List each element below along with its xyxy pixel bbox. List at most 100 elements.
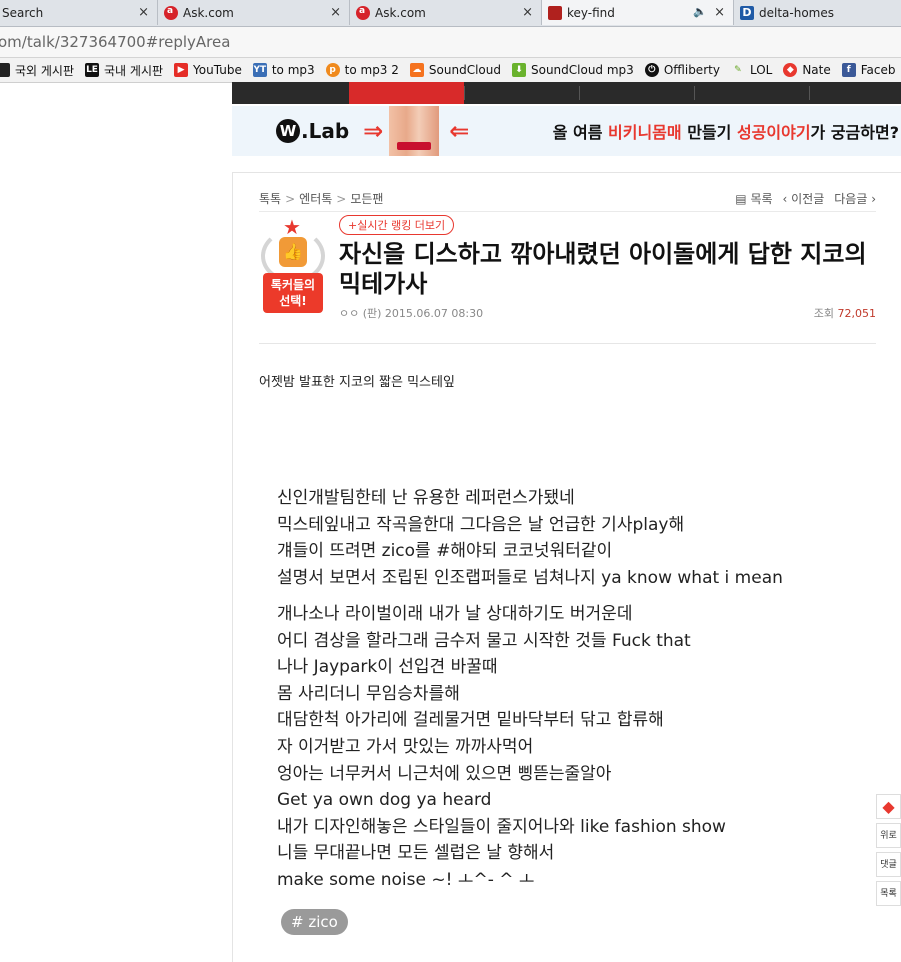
url-text[interactable]: om/talk/327364700#replyArea bbox=[0, 33, 230, 51]
lyric-line: 걔들이 뜨려면 zico를 #해야되 코코넛워터같이 bbox=[277, 541, 613, 562]
lyric-line: 엉아는 너무커서 니근처에 있으면 삥뜯는줄알아 bbox=[277, 763, 612, 784]
bookmark-label: YouTube bbox=[193, 63, 242, 77]
pen-icon: ✎ bbox=[734, 65, 742, 75]
article: 톡톡 > 엔터톡 > 모든팬 ▤ 목록 ‹ 이전글 다음글 › ★ 👍 톡커들의 선택!… bbox=[232, 172, 901, 962]
tab-ask-2[interactable]: Ask.com × bbox=[350, 0, 542, 25]
list-float-button[interactable]: 목록 bbox=[876, 881, 901, 906]
site-nav-bar bbox=[232, 82, 901, 104]
address-bar[interactable]: om/talk/327364700#replyArea bbox=[0, 27, 901, 58]
talkers-choice-badge: ★ 👍 톡커들의 선택! bbox=[259, 215, 327, 315]
tab-title: Ask.com bbox=[183, 5, 234, 20]
bookmark-youtube[interactable]: ▶ YouTube bbox=[174, 63, 242, 77]
lyric-line: 개나소나 라이벌이래 내가 날 상대하기도 버거운데 bbox=[277, 604, 633, 624]
post-title: 자신을 디스하고 깎아내렸던 아이돌에게 답한 지코의 믹테가사 bbox=[339, 240, 867, 298]
bookmark-lol[interactable]: ✎ LOL bbox=[731, 63, 772, 77]
view-number: 72,051 bbox=[837, 307, 877, 320]
tag-zico[interactable]: # zico bbox=[281, 909, 348, 935]
lyric-line: 내가 디자인해놓은 스타일들이 줄지어나와 like fashion show bbox=[277, 816, 726, 837]
bookmark-soundcloud[interactable]: ☁ SoundCloud bbox=[409, 63, 501, 77]
divider bbox=[259, 211, 876, 212]
tab-title: Ask.com bbox=[375, 5, 426, 20]
badge-line: 톡커들의 bbox=[270, 278, 316, 292]
tab-delta-homes[interactable]: D delta-homes bbox=[734, 0, 901, 25]
close-icon[interactable]: × bbox=[138, 5, 149, 20]
nate-icon: ◆ bbox=[783, 63, 798, 77]
bookmark-soundcloud-mp3[interactable]: ⬇ SoundCloud mp3 bbox=[511, 63, 634, 77]
badge-line: 선택! bbox=[279, 294, 307, 308]
bookmark-to-mp3-2[interactable]: p to mp3 2 bbox=[325, 63, 399, 77]
banner-text-part: 올 여름 bbox=[552, 123, 609, 142]
lyric-line: 믹스테잎내고 작곡을한대 그다음은 날 언급한 기사play해 bbox=[277, 514, 685, 535]
bookmark-label: 국외 게시판 bbox=[15, 63, 75, 78]
mp3-icon: YT bbox=[252, 63, 267, 77]
facebook-icon: f bbox=[841, 63, 856, 77]
bookmark-domestic-board[interactable]: LE 국내 게시판 bbox=[85, 62, 163, 79]
bookmark-offliberty[interactable]: ⏻ Offliberty bbox=[644, 63, 720, 77]
bookmark-label: LOL bbox=[749, 63, 773, 77]
speaker-icon[interactable]: 🔈 bbox=[693, 5, 707, 18]
post-meta: ㅇㅇ (판) 2015.06.07 08:30 bbox=[339, 307, 484, 320]
bookmark-label: SoundCloud bbox=[428, 63, 501, 77]
ask-icon bbox=[164, 5, 178, 20]
le-icon: LE bbox=[85, 63, 100, 77]
bookmark-facebook[interactable]: f Faceb bbox=[841, 63, 896, 77]
site-nav-active-tab[interactable] bbox=[349, 82, 464, 104]
lyric-line: 몸 사리더니 무임승차를해 bbox=[277, 683, 460, 704]
post-intro: 어젯밤 발표한 지코의 짧은 믹스테잎 bbox=[259, 375, 455, 390]
breadcrumb-item-allfans[interactable]: 모든팬 bbox=[350, 192, 383, 206]
bookmark-label: SoundCloud mp3 bbox=[530, 63, 634, 77]
mp3-2-icon: p bbox=[325, 63, 340, 77]
lyrics-stanza-1: 신인개발팀한테 난 유용한 레퍼런스가됐네 믹스테잎내고 작곡을한대 그다음은 … bbox=[277, 485, 783, 591]
ask-icon bbox=[356, 5, 370, 20]
banner-headline: 올 여름 비키니몸매 만들기 성공이야기가 궁금하면? bbox=[553, 119, 899, 143]
ad-banner[interactable]: W. Lab ⇒ ⇐ 올 여름 비키니몸매 만들기 성공이야기가 궁금하면? bbox=[232, 106, 901, 156]
lyric-line: 니들 무대끝나면 모든 셀럽은 날 향해서 bbox=[277, 843, 555, 864]
tab-ask-1[interactable]: Ask.com × bbox=[158, 0, 350, 25]
close-icon[interactable]: × bbox=[714, 5, 725, 20]
realtime-ranking-button[interactable]: +실시간 랭킹 더보기 bbox=[339, 215, 455, 235]
prev-post-button[interactable]: ‹ 이전글 bbox=[783, 190, 825, 207]
lyric-line: make some noise ~! ㅗ^- ^ ㅗ bbox=[277, 869, 535, 890]
close-icon[interactable]: × bbox=[330, 5, 341, 20]
delta-icon: D bbox=[740, 5, 754, 20]
list-button[interactable]: ▤ 목록 bbox=[735, 190, 772, 207]
lyric-line: 어디 겸상을 할라그래 금수저 물고 시작한 것들 Fuck that bbox=[277, 630, 691, 651]
youtube-icon: ▶ bbox=[174, 63, 189, 77]
scroll-top-button[interactable]: 위로 bbox=[876, 823, 901, 848]
close-icon[interactable]: × bbox=[522, 5, 533, 20]
bookmarks-bar: 국외 게시판 LE 국내 게시판 ▶ YouTube YT to mp3 p t… bbox=[0, 58, 901, 83]
tab-key-find[interactable]: key-find 🔈 × bbox=[542, 0, 734, 25]
arrow-left-icon: ⇐ bbox=[449, 117, 470, 145]
breadcrumb-item-entertok[interactable]: 엔터톡 bbox=[299, 192, 332, 206]
banner-text-highlight: 성공이야기 bbox=[736, 123, 811, 142]
tab-search[interactable]: Search × bbox=[0, 0, 158, 25]
lyric-line: Get ya own dog ya heard bbox=[277, 790, 492, 811]
floating-toolbar: ◆ 위로 댓글 목록 bbox=[876, 794, 901, 910]
lyric-line: 대담한척 아가리에 걸레물거면 밑바닥부터 닦고 합류해 bbox=[277, 710, 664, 731]
nate-logo-icon[interactable]: ◆ bbox=[876, 794, 901, 819]
banner-text-highlight: 비키니몸매 bbox=[608, 123, 682, 142]
power-icon: ⏻ bbox=[644, 63, 659, 77]
bookmark-label: 국내 게시판 bbox=[104, 63, 164, 78]
bookmark-label: to mp3 2 bbox=[344, 63, 399, 77]
lyric-line: 신인개발팀한테 난 유용한 레퍼런스가됐네 bbox=[277, 488, 575, 508]
banner-text-part: 만들기 bbox=[681, 123, 737, 142]
next-post-button[interactable]: 다음글 › bbox=[834, 190, 876, 207]
bookmark-to-mp3[interactable]: YT to mp3 bbox=[252, 63, 315, 77]
bookmark-label: Nate bbox=[802, 63, 831, 77]
view-label: 조회 bbox=[813, 307, 838, 320]
bookmark-foreign-board[interactable]: 국외 게시판 bbox=[0, 62, 74, 79]
banner-text-part: 가 궁금하면? bbox=[810, 123, 899, 142]
comments-button[interactable]: 댓글 bbox=[876, 852, 901, 877]
breadcrumb-item-toktok[interactable]: 톡톡 bbox=[259, 192, 281, 206]
view-count: 조회 72,051 bbox=[814, 305, 876, 321]
tab-title: delta-homes bbox=[759, 5, 834, 20]
w-logo-circle: W bbox=[276, 119, 300, 143]
bookmark-nate[interactable]: ◆ Nate bbox=[783, 63, 831, 77]
badge-ribbon: 톡커들의 선택! bbox=[263, 273, 323, 313]
banner-image bbox=[389, 106, 440, 156]
thumbs-up-icon: 👍 bbox=[279, 237, 307, 267]
bookmark-label: to mp3 bbox=[271, 63, 315, 77]
breadcrumb-separator: > bbox=[336, 192, 347, 206]
browser-tab-strip: Search × Ask.com × Ask.com × key-find 🔈 … bbox=[0, 0, 901, 27]
